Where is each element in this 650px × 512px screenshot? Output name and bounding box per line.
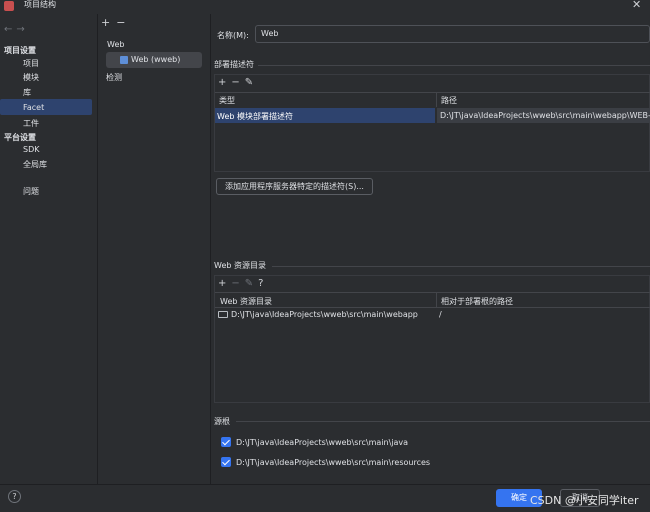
sidebar-item-global-libraries[interactable]: 全局库 [23,159,47,170]
help-icon[interactable]: ? [8,490,21,503]
sidebar-item-artifacts[interactable]: 工件 [23,118,39,129]
section-project-settings: 项目设置 [4,46,36,55]
column-relative-path[interactable]: 相对于部署根的路径 [441,296,513,307]
close-icon[interactable]: ✕ [632,0,641,11]
sidebar [0,14,97,484]
resources-toolbar-separator [215,292,650,293]
remove-resource-icon: − [231,278,245,289]
facet-group-web[interactable]: Web [107,40,124,49]
web-module-icon [120,56,128,64]
source-roots-title: 源根 [214,417,230,426]
remove-descriptor-icon[interactable]: − [231,77,244,88]
deploy-descriptor-title: 部署描述符 [214,60,254,69]
deploy-toolbar-separator [215,92,650,93]
add-server-descriptor-button[interactable]: 添加应用程序服务器特定的描述符(S)... [216,178,373,195]
name-label: 名称(M): [217,31,249,40]
source-root-checkbox[interactable] [221,457,231,467]
folder-icon [218,311,228,318]
window-title: 项目结构 [24,0,56,9]
column-web-resource-dir[interactable]: Web 资源目录 [220,296,272,307]
remove-facet-icon[interactable]: − [116,16,131,29]
edit-descriptor-icon[interactable]: ✎ [245,77,258,88]
column-separator [436,293,437,307]
resource-dir-cell: D:\JT\java\IdeaProjects\wweb\src\main\we… [231,310,418,319]
help-resource-icon[interactable]: ? [258,278,268,289]
edit-resource-icon: ✎ [244,278,259,289]
title-bar [0,0,650,14]
source-root-path: D:\JT\java\IdeaProjects\wweb\src\main\ja… [236,438,409,447]
web-resources-table [214,275,650,403]
back-arrow-icon[interactable]: ← [4,24,16,35]
sidebar-item-modules[interactable]: 模块 [23,72,39,83]
sidebar-item-facets[interactable]: Facet [23,103,44,112]
sidebar-selection-highlight [0,99,92,115]
facet-toolbar: +− [101,16,131,29]
nav-arrows: ←→ [4,24,29,35]
sidebar-item-project[interactable]: 项目 [23,58,39,69]
sidebar-item-problems[interactable]: 问题 [23,186,39,197]
column-path[interactable]: 路径 [441,95,457,106]
resources-separator [272,266,650,267]
add-resource-icon[interactable]: + [218,278,231,289]
add-descriptor-icon[interactable]: + [218,77,231,88]
section-platform-settings: 平台设置 [4,133,36,142]
web-resources-title: Web 资源目录 [214,261,266,270]
add-facet-icon[interactable]: + [101,16,116,29]
resource-rel-cell: / [439,310,442,319]
descriptor-type-cell: Web 模块部署描述符 [217,112,293,121]
source-root-checkbox[interactable] [221,437,231,447]
facet-item-detection[interactable]: 检测 [106,72,122,83]
facet-list-panel [98,14,210,484]
sidebar-item-sdk[interactable]: SDK [23,145,39,154]
facet-item-web-wweb[interactable]: Web (wweb) [131,55,180,64]
forward-arrow-icon[interactable]: → [16,24,28,35]
descriptor-path-cell[interactable]: D:\JT\java\IdeaProjects\wweb\src\main\we… [437,108,650,123]
deploy-separator [258,65,650,66]
watermark: CSDN @小安同学iter [530,494,639,507]
source-root-path: D:\JT\java\IdeaProjects\wweb\src\main\re… [236,458,431,467]
column-type[interactable]: 类型 [219,95,235,106]
sources-separator [236,421,650,422]
column-separator [436,93,437,107]
name-field[interactable]: Web [255,25,650,43]
resources-toolbar: +−✎? [218,278,268,289]
app-logo-icon [4,1,14,11]
deploy-toolbar: +−✎ [218,77,258,88]
deploy-descriptor-table [214,74,650,172]
descriptor-path-text: D:\JT\java\IdeaProjects\wweb\src\main\we… [440,111,650,120]
sidebar-item-libraries[interactable]: 库 [23,87,31,98]
